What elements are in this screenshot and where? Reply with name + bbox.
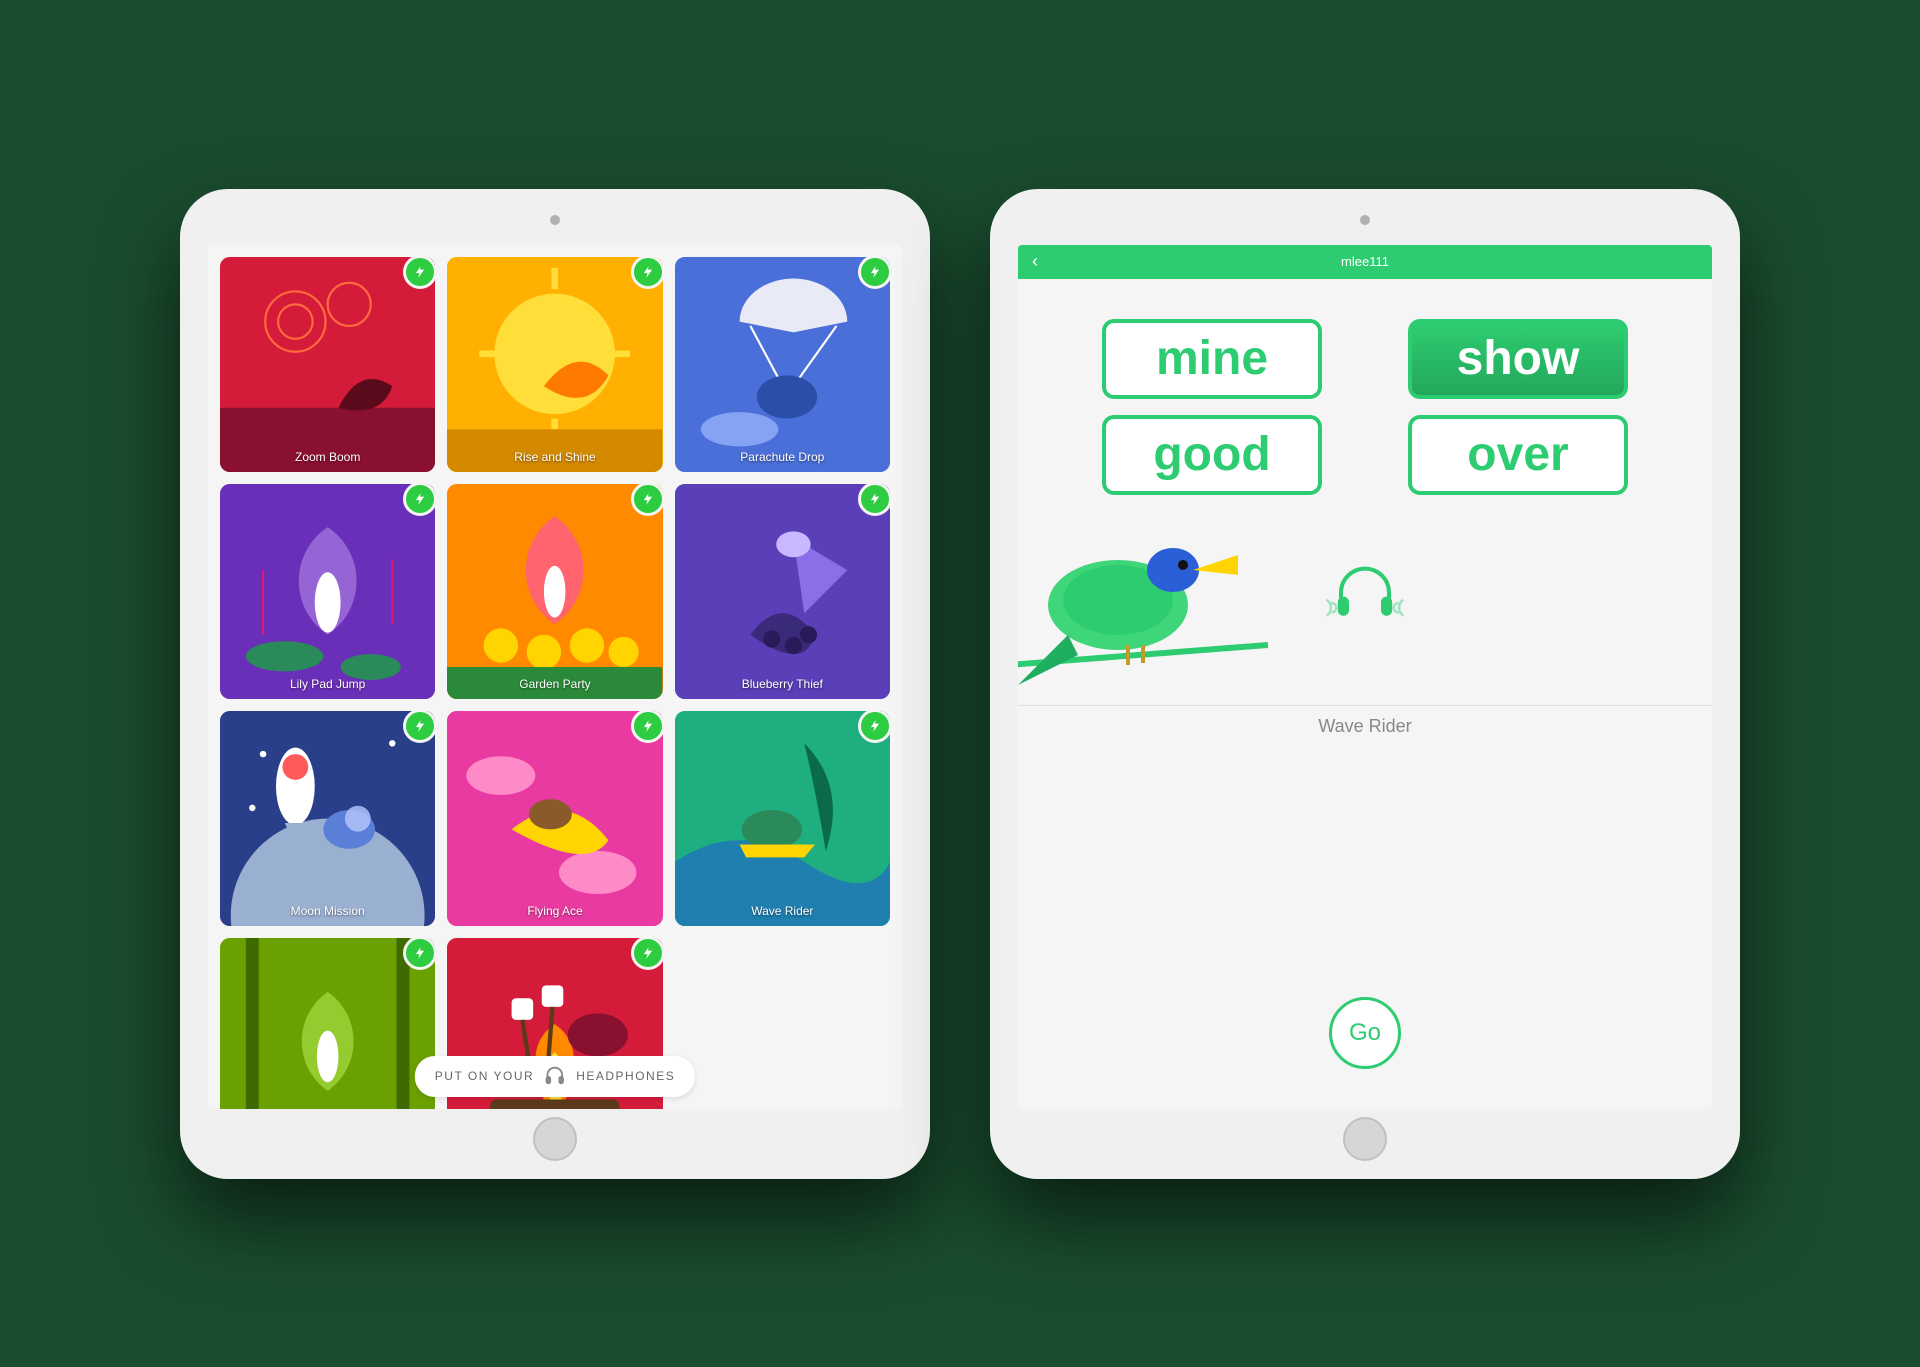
tablet-left: Zoom Boom Rise and Shine Parachute Drop Lil… [180, 189, 930, 1179]
tablet-right: ‹ mlee111 mine show good over [990, 189, 1740, 1179]
tile-label: Parachute Drop [675, 450, 890, 464]
word-option[interactable]: show [1408, 319, 1628, 399]
bolt-badge-icon [631, 257, 663, 289]
bird-row [1018, 515, 1712, 705]
home-button[interactable] [1343, 1117, 1387, 1161]
bolt-badge-icon [631, 484, 663, 516]
tile-label: Garden Party [447, 677, 662, 691]
activity-grid: Zoom Boom Rise and Shine Parachute Drop Lil… [208, 245, 902, 1109]
top-bar: ‹ mlee111 [1018, 245, 1712, 279]
bolt-badge-icon [858, 484, 890, 516]
bird-illustration [1018, 485, 1268, 710]
bolt-badge-icon [858, 711, 890, 743]
tile-label: Lily Pad Jump [220, 677, 435, 691]
home-button[interactable] [533, 1117, 577, 1161]
back-button[interactable]: ‹ [1032, 251, 1038, 272]
headphones-icon [544, 1064, 566, 1089]
activity-tile[interactable]: Garden Party [447, 484, 662, 699]
activity-tile[interactable]: Zoom Boom [220, 257, 435, 472]
listen-icon[interactable] [1325, 555, 1405, 640]
activity-tile[interactable]: Parachute Drop [675, 257, 890, 472]
tile-label: Flying Ace [447, 904, 662, 918]
tile-label: Wave Rider [675, 904, 890, 918]
tile-label: Blueberry Thief [675, 677, 890, 691]
bolt-badge-icon [403, 711, 435, 743]
word-option[interactable]: good [1102, 415, 1322, 495]
activity-tile[interactable]: Wave Rider [675, 711, 890, 926]
camera-dot [550, 215, 560, 225]
headphone-prefix: PUT ON YOUR [435, 1069, 534, 1083]
bolt-badge-icon [403, 257, 435, 289]
tile-label: Zoom Boom [220, 450, 435, 464]
bolt-badge-icon [858, 257, 890, 289]
screen-right: ‹ mlee111 mine show good over [1018, 245, 1712, 1109]
bolt-badge-icon [403, 938, 435, 970]
screen-left: Zoom Boom Rise and Shine Parachute Drop Lil… [208, 245, 902, 1109]
activity-tile[interactable]: Moon Mission [220, 711, 435, 926]
tile-label: Moon Mission [220, 904, 435, 918]
headphone-banner: PUT ON YOUR HEADPHONES [415, 1056, 695, 1097]
username-label: mlee111 [1341, 254, 1389, 269]
word-option[interactable]: over [1408, 415, 1628, 495]
bolt-badge-icon [403, 484, 435, 516]
activity-tile[interactable]: Lily Pad Jump [220, 484, 435, 699]
go-label: Go [1349, 1019, 1381, 1047]
camera-dot [1360, 215, 1370, 225]
headphone-suffix: HEADPHONES [576, 1069, 675, 1083]
activity-tile[interactable]: Flying Ace [447, 711, 662, 926]
go-button[interactable]: Go [1329, 997, 1401, 1069]
word-option[interactable]: mine [1102, 319, 1322, 399]
word-choice-area: mine show good over [1018, 279, 1712, 515]
activity-tile[interactable]: Rise and Shine [447, 257, 662, 472]
tile-label: Rise and Shine [447, 450, 662, 464]
activity-tile[interactable]: Bamboo Secret [220, 938, 435, 1108]
bolt-badge-icon [631, 711, 663, 743]
activity-tile[interactable]: Blueberry Thief [675, 484, 890, 699]
